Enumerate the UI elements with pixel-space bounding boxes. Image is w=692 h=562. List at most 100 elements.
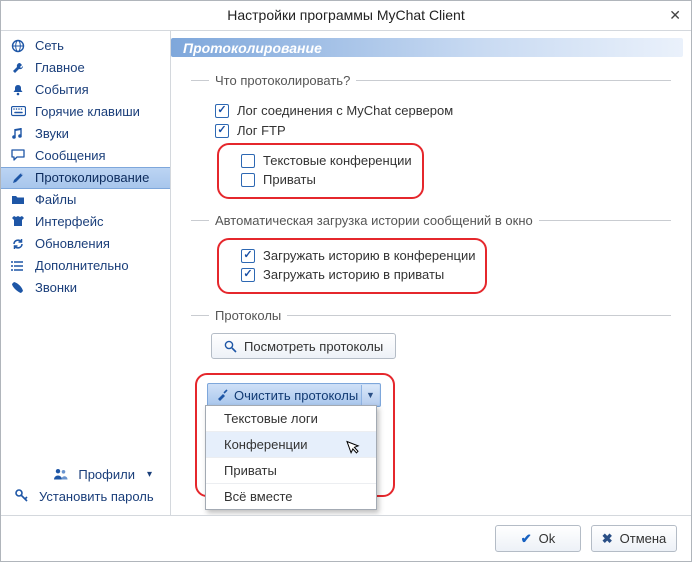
view-protocols-button[interactable]: Посмотреть протоколы xyxy=(211,333,396,359)
brush-icon xyxy=(216,389,228,401)
clear-protocols-label: Очистить протоколы xyxy=(234,388,358,403)
highlight-box-1: Текстовые конференции Приваты xyxy=(217,143,424,199)
checkbox[interactable] xyxy=(241,249,255,263)
titlebar: Настройки программы MyChat Client ✕ xyxy=(1,1,691,31)
clear-protocols-menu: Текстовые логиКонференцииПриватыВсё вмес… xyxy=(205,405,377,510)
ok-label: Ok xyxy=(539,531,556,546)
checkbox-row-g1h-1: Приваты xyxy=(241,172,412,187)
checkbox-label: Приваты xyxy=(263,172,316,187)
checkbox-row-g2h-0: Загружать историю в конференции xyxy=(241,248,475,263)
group-title: Что протоколировать? xyxy=(209,73,356,88)
pencil-icon xyxy=(11,171,27,185)
group-title-row: Что протоколировать? xyxy=(191,73,671,88)
close-icon[interactable]: ✕ xyxy=(669,7,681,24)
sidebar-item-5[interactable]: Сообщения xyxy=(1,145,170,167)
sidebar-item-label: Звуки xyxy=(35,126,69,141)
shirt-icon xyxy=(11,215,27,228)
cursor-icon xyxy=(346,436,365,456)
cancel-label: Отмена xyxy=(620,531,667,546)
sidebar-item-1[interactable]: Главное xyxy=(1,57,170,79)
checkbox-row-g1h-0: Текстовые конференции xyxy=(241,153,412,168)
menu-item-3[interactable]: Всё вместе xyxy=(206,484,376,509)
sidebar-item-0[interactable]: Сеть xyxy=(1,35,170,57)
checkbox-row-g2h-1: Загружать историю в приваты xyxy=(241,267,475,282)
checkbox-label: Загружать историю в приваты xyxy=(263,267,444,282)
sidebar-item-label: Главное xyxy=(35,60,85,75)
sidebar-item-11[interactable]: Звонки xyxy=(1,277,170,299)
view-protocols-label: Посмотреть протоколы xyxy=(244,339,383,354)
sidebar-item-9[interactable]: Обновления xyxy=(1,233,170,255)
x-icon: ✖ xyxy=(602,531,613,547)
sidebar-item-label: События xyxy=(35,82,89,97)
checkbox-label: Лог FTP xyxy=(237,123,286,138)
sidebar-item-label: Горячие клавиши xyxy=(35,104,140,119)
set-password-label: Установить пароль xyxy=(39,489,154,504)
users-icon xyxy=(54,468,70,480)
highlight-box-2: Загружать историю в конференции Загружать… xyxy=(217,238,487,294)
sidebar-item-label: Сообщения xyxy=(35,148,106,163)
window-title: Настройки программы MyChat Client xyxy=(227,7,465,23)
group-title: Протоколы xyxy=(209,308,287,323)
sidebar-item-2[interactable]: События xyxy=(1,79,170,101)
checkbox-label: Загружать историю в конференции xyxy=(263,248,475,263)
check-icon: ✔ xyxy=(521,531,532,547)
phone-icon xyxy=(11,281,27,294)
checkbox-label: Текстовые конференции xyxy=(263,153,412,168)
sidebar-item-8[interactable]: Интерфейс xyxy=(1,211,170,233)
folder-icon xyxy=(11,194,27,206)
set-password-button[interactable]: Установить пароль xyxy=(5,485,166,507)
checkbox-row-g1-1: Лог FTP xyxy=(215,123,671,138)
profiles-label: Профили xyxy=(78,467,135,482)
group-title-row: Автоматическая загрузка истории сообщени… xyxy=(191,213,671,228)
chevron-down-icon: ▾ xyxy=(147,469,152,480)
checkbox[interactable] xyxy=(215,124,229,138)
globe-icon xyxy=(11,39,27,53)
sidebar-item-label: Звонки xyxy=(35,280,77,295)
key-icon xyxy=(15,489,31,503)
chevron-down-icon[interactable]: ▼ xyxy=(361,385,379,405)
sidebar-item-3[interactable]: Горячие клавиши xyxy=(1,101,170,123)
cancel-button[interactable]: ✖ Отмена xyxy=(591,525,677,552)
sidebar-item-label: Сеть xyxy=(35,38,64,53)
page-title: Протоколирование xyxy=(171,38,683,58)
sidebar-item-label: Протоколирование xyxy=(35,170,149,185)
sidebar-item-10[interactable]: Дополнительно xyxy=(1,255,170,277)
content: Что протоколировать? Лог соединения с My… xyxy=(171,61,691,515)
chat-icon xyxy=(11,149,27,162)
checkbox[interactable] xyxy=(215,104,229,118)
footer: ✔ Ok ✖ Отмена xyxy=(1,515,691,561)
group-title: Автоматическая загрузка истории сообщени… xyxy=(209,213,539,228)
menu-item-1[interactable]: Конференции xyxy=(206,432,376,458)
search-icon xyxy=(224,340,237,353)
group-auto-history: Автоматическая загрузка истории сообщени… xyxy=(191,213,671,298)
sidebar-item-label: Файлы xyxy=(35,192,76,207)
sidebar-item-6[interactable]: Протоколирование xyxy=(1,167,170,189)
sidebar-item-4[interactable]: Звуки xyxy=(1,123,170,145)
clear-protocols-area: Очистить протоколы ▼ Текстовые логиКонфе… xyxy=(195,373,671,497)
clear-protocols-button[interactable]: Очистить протоколы ▼ xyxy=(207,383,381,407)
checkbox[interactable] xyxy=(241,154,255,168)
checkbox-label: Лог соединения с MyChat сервером xyxy=(237,103,453,118)
bell-icon xyxy=(11,83,27,97)
menu-item-2[interactable]: Приваты xyxy=(206,458,376,484)
sidebar-item-7[interactable]: Файлы xyxy=(1,189,170,211)
music-icon xyxy=(11,127,27,141)
list-icon xyxy=(11,260,27,272)
checkbox[interactable] xyxy=(241,268,255,282)
checkbox[interactable] xyxy=(241,173,255,187)
ok-button[interactable]: ✔ Ok xyxy=(495,525,581,552)
group-what-to-log: Что протоколировать? Лог соединения с My… xyxy=(191,73,671,203)
group-title-row: Протоколы xyxy=(191,308,671,323)
body: Сеть Главное События Горячие клавиши Звуки Со… xyxy=(1,31,691,516)
checkbox-row-g1-0: Лог соединения с MyChat сервером xyxy=(215,103,671,118)
keyboard-icon xyxy=(11,106,27,117)
main: Протоколирование Что протоколировать? Ло… xyxy=(171,31,691,516)
profiles-dropdown[interactable]: Профили ▾ xyxy=(5,463,166,485)
nav-list: Сеть Главное События Горячие клавиши Звуки Со… xyxy=(1,35,170,456)
sidebar-item-label: Дополнительно xyxy=(35,258,129,273)
menu-item-0[interactable]: Текстовые логи xyxy=(206,406,376,432)
settings-window: Настройки программы MyChat Client ✕ Сеть… xyxy=(0,0,692,562)
wrench-icon xyxy=(11,61,27,75)
sidebar-item-label: Интерфейс xyxy=(35,214,103,229)
sidebar: Сеть Главное События Горячие клавиши Звуки Со… xyxy=(1,31,171,516)
